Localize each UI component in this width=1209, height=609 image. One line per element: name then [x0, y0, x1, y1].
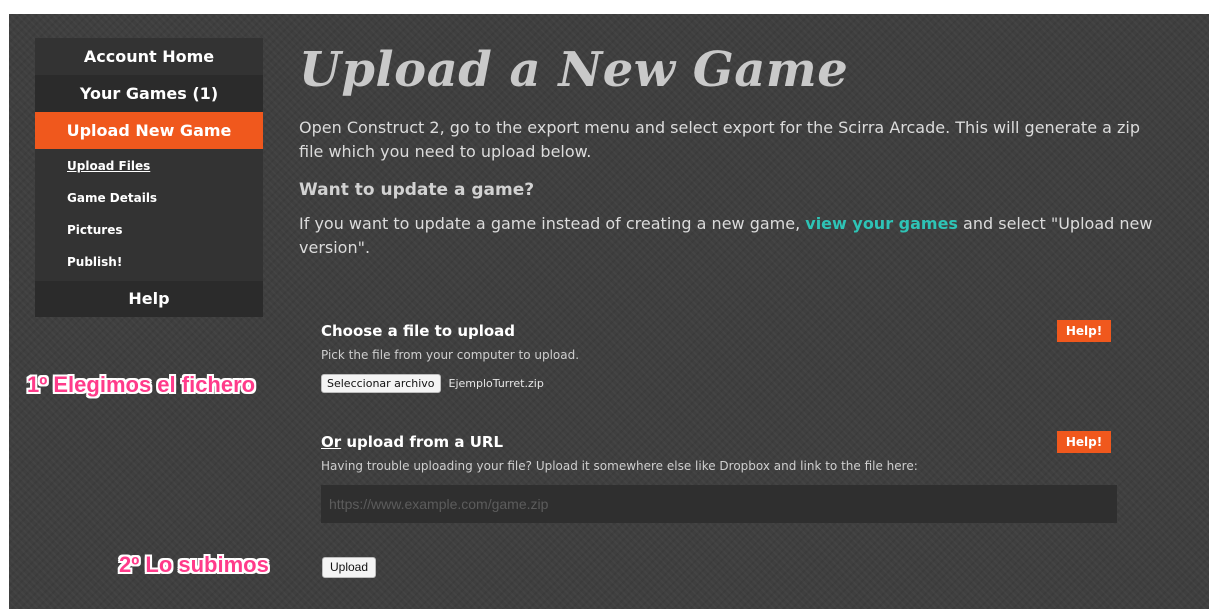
nav-upload-new-game[interactable]: Upload New Game	[35, 112, 263, 149]
url-upload-section: Or upload from a URL Help! Having troubl…	[321, 431, 1117, 523]
file-picker: Seleccionar archivo EjemploTurret.zip	[321, 374, 1117, 393]
file-section-description: Pick the file from your computer to uplo…	[321, 348, 580, 362]
url-title-rest: upload from a URL	[341, 433, 504, 451]
url-section-title: Or upload from a URL	[321, 433, 1117, 451]
file-section-title: Choose a file to upload	[321, 322, 516, 340]
subnav-game-details[interactable]: Game Details	[35, 183, 263, 215]
update-text-before: If you want to update a game instead of …	[299, 214, 806, 233]
subnav-upload-files[interactable]: Upload Files	[35, 151, 263, 183]
game-url-input[interactable]	[321, 485, 1117, 523]
upload-button[interactable]: Upload	[322, 557, 377, 578]
annotation-step-2: 2º Lo subimos	[119, 552, 269, 577]
subnav-pictures[interactable]: Pictures	[35, 215, 263, 247]
url-title-or: Or	[321, 433, 342, 451]
nav-account-home[interactable]: Account Home	[35, 38, 263, 75]
view-your-games-link[interactable]: view your games	[805, 214, 958, 233]
update-heading: Want to update a game?	[299, 180, 535, 200]
file-upload-section: Choose a file to upload Help! Pick the f…	[321, 320, 1117, 393]
nav-help[interactable]: Help	[35, 281, 263, 317]
page-title: Upload a New Game	[299, 42, 849, 98]
file-help-button[interactable]: Help!	[1057, 320, 1111, 342]
update-text: If you want to update a game instead of …	[299, 212, 1159, 260]
url-section-description: Having trouble uploading your file? Uplo…	[321, 459, 918, 473]
main-content: Upload a New Game Open Construct 2, go t…	[299, 40, 1179, 260]
nav-your-games[interactable]: Your Games (1)	[35, 75, 263, 112]
sidebar: Account Home Your Games (1) Upload New G…	[35, 38, 263, 317]
intro-text: Open Construct 2, go to the export menu …	[299, 118, 1141, 161]
subnav-publish[interactable]: Publish!	[35, 247, 263, 279]
upload-steps-subnav: Upload Files Game Details Pictures Publi…	[35, 149, 263, 281]
choose-file-button[interactable]: Seleccionar archivo	[321, 374, 441, 393]
annotation-step-1: 1º Elegimos el fichero	[27, 372, 256, 397]
url-help-button[interactable]: Help!	[1057, 431, 1111, 453]
selected-file-name: EjemploTurret.zip	[448, 377, 544, 390]
